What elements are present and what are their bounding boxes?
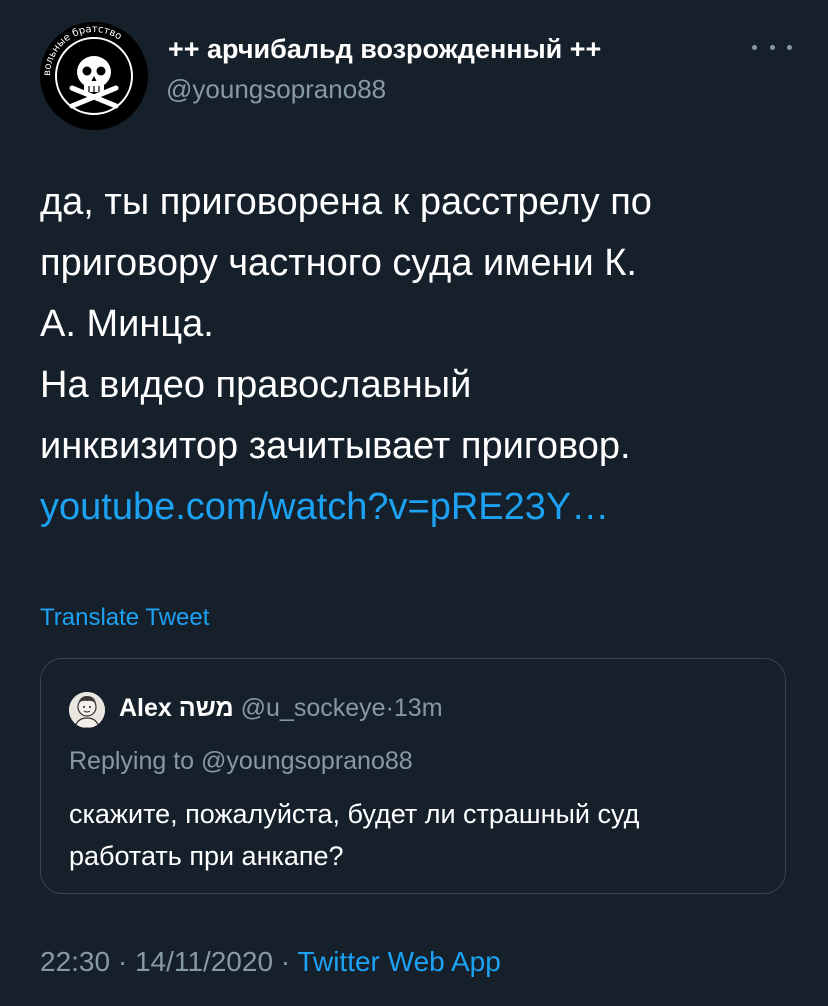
skull-crossbones-emblem: вольные братство [40,22,148,130]
tweet-line: приговору частного суда имени К. [40,242,637,284]
author-display-name[interactable]: ++ арчибальд возрожденный ++ [168,34,601,65]
dot [769,44,775,50]
tweet-source-link[interactable]: Twitter Web App [297,946,500,977]
tweet-line: да, ты приговорена к расстрелу по [40,181,652,223]
person-avatar-icon [69,692,105,728]
tweet-line: А. Минца. [40,303,214,345]
translate-tweet-link[interactable]: Translate Tweet [40,604,209,632]
quoted-author-name[interactable]: Alex משה [119,694,234,722]
separator: · [110,946,135,977]
dot [787,44,792,50]
tweet-meta: 22:30 · 14/11/2020 · Twitter Web App [40,946,501,978]
tweet-time[interactable]: 22:30 [40,946,110,977]
quoted-text: скажите, пожалуйста, будет ли страшный с… [69,799,640,871]
separator: · [273,946,298,977]
tweet-line: инквизитор зачитывает приговор. [40,425,631,467]
tweet-line: На видео православный [40,364,472,406]
replying-to: Replying to @youngsoprano88 [69,747,413,775]
more-dots-icon[interactable] [752,36,792,58]
tweet-date[interactable]: 14/11/2020 [135,946,273,977]
tweet-text: да, ты приговорена к расстрелу по пригов… [40,172,810,538]
quoted-header: Alex משה @u_sockeye·13m [119,694,443,723]
quoted-tweet[interactable]: Alex משה @u_sockeye·13m Replying to @you… [40,658,786,894]
separator: · [385,694,394,722]
quoted-author-handle[interactable]: @u_sockeye [241,694,386,722]
author-handle[interactable]: @youngsoprano88 [166,74,386,105]
author-avatar[interactable]: вольные братство [40,22,148,130]
quoted-author-avatar[interactable] [69,692,105,728]
dot [752,44,757,50]
quoted-time: 13m [393,694,443,722]
youtube-link[interactable]: youtube.com/watch?v=pRE23Y… [40,486,609,528]
